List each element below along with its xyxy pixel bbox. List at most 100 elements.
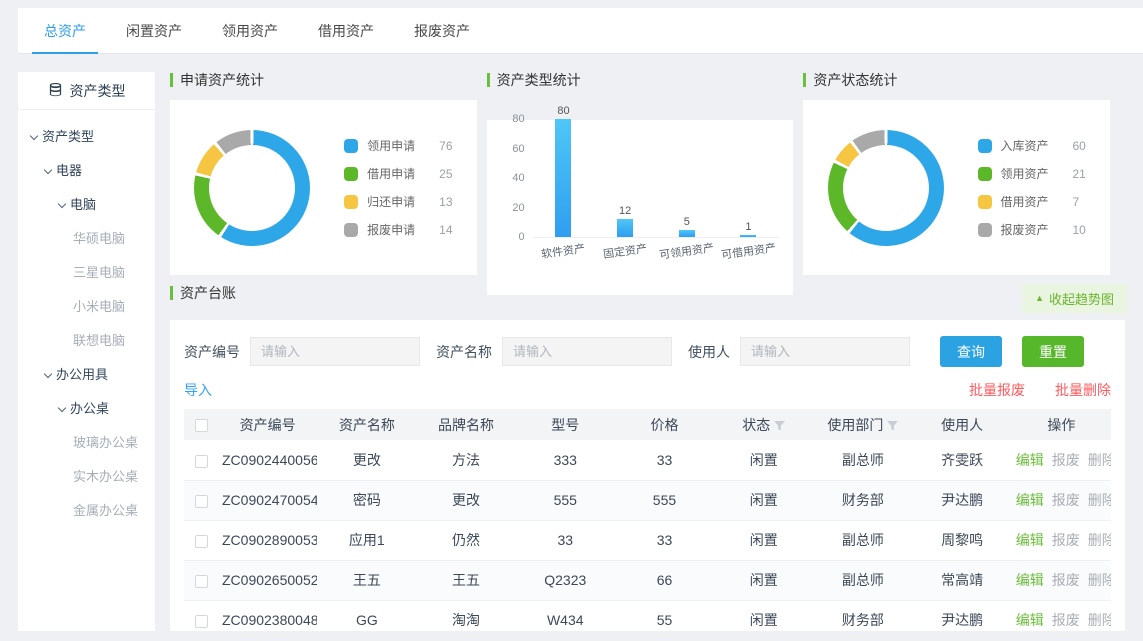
scrap-action-link[interactable]: 报废 (1052, 572, 1080, 588)
legend-swatch (978, 195, 992, 209)
table-cell: 333 (516, 440, 615, 480)
edit-action-link[interactable]: 编辑 (1016, 532, 1044, 548)
table-cell: 闲置 (714, 440, 813, 480)
legend-label: 领用资产 (1001, 165, 1061, 182)
legend-swatch (344, 223, 358, 237)
tree-item-label: 金属办公桌 (73, 503, 138, 518)
bar[interactable] (679, 230, 695, 237)
delete-action-link[interactable]: 删除 (1088, 492, 1111, 508)
collapse-trend-button[interactable]: ▲ 收起趋势图 (1022, 284, 1127, 313)
tab-item[interactable]: 报废资产 (394, 8, 490, 54)
tree-item-label: 电脑 (70, 197, 96, 212)
collapse-trend-label: 收起趋势图 (1049, 289, 1114, 308)
y-axis-tick: 0 (493, 231, 525, 243)
legend-label: 借用资产 (1001, 193, 1061, 210)
filter-funnel-icon[interactable] (770, 417, 785, 433)
search-button[interactable]: 查询 (940, 336, 1002, 367)
legend-item[interactable]: 领用资产21 (978, 165, 1086, 182)
tab-item[interactable]: 领用资产 (202, 8, 298, 54)
row-checkbox[interactable] (195, 495, 208, 508)
tree-leaf-item[interactable]: 联想电脑 (18, 324, 155, 358)
filter-label: 资产编号 (184, 342, 240, 362)
x-axis-label: 软件资产 (541, 240, 587, 262)
legend-item[interactable]: 报废申请14 (344, 221, 452, 238)
tree-leaf-item[interactable]: 金属办公桌 (18, 494, 155, 528)
scrap-action-link[interactable]: 报废 (1052, 492, 1080, 508)
legend-item[interactable]: 归还申请 13 (344, 193, 452, 210)
column-header: 操作 (1012, 409, 1111, 440)
table-cell: 555 (615, 480, 714, 520)
table-cell: W434 (516, 600, 615, 640)
legend-swatch (978, 139, 992, 153)
filter-fields: 资产编号资产名称使用人 (184, 337, 926, 366)
legend-item[interactable]: 报废资产10 (978, 221, 1086, 238)
row-checkbox[interactable] (195, 575, 208, 588)
delete-action-link[interactable]: 删除 (1088, 532, 1111, 548)
tree-node-item[interactable]: 办公桌 (18, 392, 155, 426)
tree-leaf-item[interactable]: 华硕电脑 (18, 222, 155, 256)
filter-input[interactable] (250, 337, 420, 366)
table-cell: 更改 (317, 440, 416, 480)
tree-leaf-item[interactable]: 玻璃办公桌 (18, 426, 155, 460)
tree-node-item[interactable]: 电器 (18, 154, 155, 188)
reset-button[interactable]: 重置 (1022, 336, 1084, 367)
filter-funnel-icon[interactable] (883, 417, 898, 433)
edit-action-link[interactable]: 编辑 (1016, 492, 1044, 508)
batch-scrap-link[interactable]: 批量报废 (969, 380, 1025, 400)
tree-item-label: 三星电脑 (73, 265, 125, 280)
tree-node-item[interactable]: 资产类型 (18, 120, 155, 154)
delete-action-link[interactable]: 删除 (1088, 572, 1111, 588)
scrap-action-link[interactable]: 报废 (1052, 532, 1080, 548)
row-checkbox[interactable] (195, 535, 208, 548)
select-all-checkbox[interactable] (195, 419, 208, 432)
asset-table: 资产编号资产名称品牌名称型号价格状态使用部门使用人操作 ZC0902440056… (184, 409, 1111, 641)
legend-item[interactable]: 借用资产7 (978, 193, 1086, 210)
table-cell: 仍然 (416, 520, 515, 560)
asset-table-body: ZC0902440056更改方法33333闲置副总师齐雯跃编辑报废删除ZC090… (184, 440, 1111, 640)
bar-group: 12固定资产 (598, 205, 652, 237)
table-cell: 副总师 (813, 560, 912, 600)
row-actions-cell: 编辑报废删除 (1012, 600, 1111, 640)
batch-delete-link[interactable]: 批量删除 (1055, 380, 1111, 400)
delete-action-link[interactable]: 删除 (1088, 452, 1111, 468)
edit-action-link[interactable]: 编辑 (1016, 572, 1044, 588)
filter-input[interactable] (740, 337, 910, 366)
bar[interactable] (740, 235, 756, 237)
import-link[interactable]: 导入 (184, 380, 212, 400)
bar[interactable] (555, 119, 571, 237)
tree-node-item[interactable]: 电脑 (18, 188, 155, 222)
column-header: 资产名称 (317, 409, 416, 440)
table-row: ZC0902440056更改方法33333闲置副总师齐雯跃编辑报废删除 (184, 440, 1111, 480)
scrap-action-link[interactable]: 报废 (1052, 612, 1080, 628)
select-all-header-cell (184, 409, 218, 440)
legend-label: 归还申请 (367, 193, 427, 210)
tab-item[interactable]: 借用资产 (298, 8, 394, 54)
bar[interactable] (617, 219, 633, 237)
legend-item[interactable]: 领用申请76 (344, 137, 452, 154)
edit-action-link[interactable]: 编辑 (1016, 612, 1044, 628)
legend-value: 13 (439, 195, 452, 209)
row-checkbox[interactable] (195, 455, 208, 468)
tab-item[interactable]: 闲置资产 (106, 8, 202, 54)
batch-links: 批量报废 批量删除 (969, 380, 1111, 400)
legend-item[interactable]: 借用申请25 (344, 165, 452, 182)
y-axis-tick: 80 (493, 113, 525, 125)
tree-item-label: 实木办公桌 (73, 469, 138, 484)
tree-leaf-item[interactable]: 三星电脑 (18, 256, 155, 290)
delete-action-link[interactable]: 删除 (1088, 612, 1111, 628)
tab-item[interactable]: 总资产 (24, 8, 106, 54)
filter-input[interactable] (502, 337, 672, 366)
scrap-action-link[interactable]: 报废 (1052, 452, 1080, 468)
edit-action-link[interactable]: 编辑 (1016, 452, 1044, 468)
sidebar-header-label: 资产类型 (70, 81, 126, 101)
category-tree: 资产类型电器电脑华硕电脑三星电脑小米电脑联想电脑办公用具办公桌玻璃办公桌实木办公… (18, 110, 155, 528)
chevron-down-icon (30, 132, 38, 140)
tree-node-item[interactable]: 办公用具 (18, 358, 155, 392)
row-checkbox[interactable] (195, 615, 208, 628)
tree-leaf-item[interactable]: 实木办公桌 (18, 460, 155, 494)
tree-leaf-item[interactable]: 小米电脑 (18, 290, 155, 324)
table-cell: 淘淘 (416, 600, 515, 640)
chart-section: 申请资产统计领用申请76借用申请25归还申请13报废申请14 (170, 70, 477, 295)
legend-item[interactable]: 入库资产60 (978, 137, 1086, 154)
legend-label: 领用申请 (367, 137, 427, 154)
